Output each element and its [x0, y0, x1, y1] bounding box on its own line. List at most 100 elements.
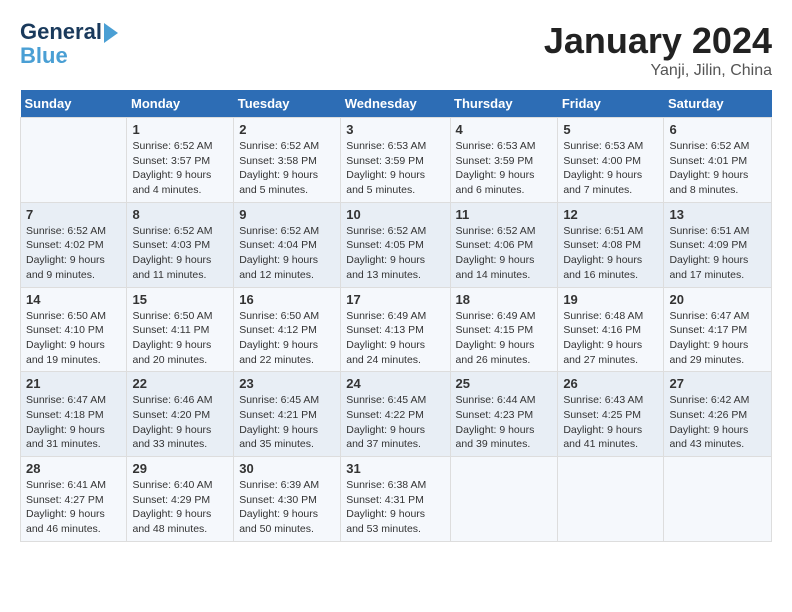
- calendar-cell: 12 Sunrise: 6:51 AMSunset: 4:08 PMDayligh…: [558, 202, 664, 287]
- calendar-cell: 23 Sunrise: 6:45 AMSunset: 4:21 PMDayligh…: [234, 372, 341, 457]
- calendar-cell: 6 Sunrise: 6:52 AMSunset: 4:01 PMDaylight…: [664, 118, 772, 203]
- day-detail: Sunrise: 6:49 AMSunset: 4:13 PMDaylight:…: [346, 309, 444, 368]
- calendar-cell: 4 Sunrise: 6:53 AMSunset: 3:59 PMDaylight…: [450, 118, 558, 203]
- calendar-cell: 7 Sunrise: 6:52 AMSunset: 4:02 PMDaylight…: [21, 202, 127, 287]
- calendar-cell: 15 Sunrise: 6:50 AMSunset: 4:11 PMDayligh…: [127, 287, 234, 372]
- day-number: 25: [456, 376, 553, 391]
- day-detail: Sunrise: 6:40 AMSunset: 4:29 PMDaylight:…: [132, 478, 228, 537]
- calendar-cell: 20 Sunrise: 6:47 AMSunset: 4:17 PMDayligh…: [664, 287, 772, 372]
- calendar-table: SundayMondayTuesdayWednesdayThursdayFrid…: [20, 90, 772, 542]
- calendar-cell: [21, 118, 127, 203]
- day-number: 13: [669, 207, 766, 222]
- day-number: 18: [456, 292, 553, 307]
- day-detail: Sunrise: 6:53 AMSunset: 3:59 PMDaylight:…: [456, 139, 553, 198]
- day-number: 29: [132, 461, 228, 476]
- day-detail: Sunrise: 6:50 AMSunset: 4:10 PMDaylight:…: [26, 309, 121, 368]
- calendar-cell: 19Sunrise: 6:48 AMSunset: 4:16 PMDayligh…: [558, 287, 664, 372]
- calendar-cell: 22Sunrise: 6:46 AMSunset: 4:20 PMDayligh…: [127, 372, 234, 457]
- day-detail: Sunrise: 6:45 AMSunset: 4:21 PMDaylight:…: [239, 393, 335, 452]
- header-day-thursday: Thursday: [450, 90, 558, 118]
- calendar-cell: 17 Sunrise: 6:49 AMSunset: 4:13 PMDayligh…: [341, 287, 450, 372]
- day-detail: Sunrise: 6:44 AMSunset: 4:23 PMDaylight:…: [456, 393, 553, 452]
- calendar-cell: 21 Sunrise: 6:47 AMSunset: 4:18 PMDayligh…: [21, 372, 127, 457]
- header-day-tuesday: Tuesday: [234, 90, 341, 118]
- day-number: 12: [563, 207, 658, 222]
- day-detail: Sunrise: 6:43 AMSunset: 4:25 PMDaylight:…: [563, 393, 658, 452]
- day-detail: Sunrise: 6:39 AMSunset: 4:30 PMDaylight:…: [239, 478, 335, 537]
- day-number: 31: [346, 461, 444, 476]
- day-detail: Sunrise: 6:51 AMSunset: 4:09 PMDaylight:…: [669, 224, 766, 283]
- calendar-cell: 25 Sunrise: 6:44 AMSunset: 4:23 PMDayligh…: [450, 372, 558, 457]
- header-day-wednesday: Wednesday: [341, 90, 450, 118]
- day-detail: Sunrise: 6:41 AMSunset: 4:27 PMDaylight:…: [26, 478, 121, 537]
- day-number: 5: [563, 122, 658, 137]
- calendar-cell: 3 Sunrise: 6:53 AMSunset: 3:59 PMDaylight…: [341, 118, 450, 203]
- header-day-saturday: Saturday: [664, 90, 772, 118]
- calendar-cell: 30 Sunrise: 6:39 AMSunset: 4:30 PMDayligh…: [234, 457, 341, 542]
- calendar-cell: 10 Sunrise: 6:52 AMSunset: 4:05 PMDayligh…: [341, 202, 450, 287]
- week-row-5: 28 Sunrise: 6:41 AMSunset: 4:27 PMDayligh…: [21, 457, 772, 542]
- day-detail: Sunrise: 6:53 AMSunset: 3:59 PMDaylight:…: [346, 139, 444, 198]
- day-number: 21: [26, 376, 121, 391]
- day-detail: Sunrise: 6:52 AMSunset: 4:04 PMDaylight:…: [239, 224, 335, 283]
- day-detail: Sunrise: 6:48 AMSunset: 4:16 PMDaylight:…: [563, 309, 658, 368]
- page-header: General Blue January 2024 Yanji, Jilin, …: [20, 20, 772, 80]
- day-detail: Sunrise: 6:52 AMSunset: 3:57 PMDaylight:…: [132, 139, 228, 198]
- day-number: 7: [26, 207, 121, 222]
- header-day-friday: Friday: [558, 90, 664, 118]
- day-detail: Sunrise: 6:45 AMSunset: 4:22 PMDaylight:…: [346, 393, 444, 452]
- calendar-cell: 24Sunrise: 6:45 AMSunset: 4:22 PMDayligh…: [341, 372, 450, 457]
- day-number: 22: [132, 376, 228, 391]
- calendar-cell: 18 Sunrise: 6:49 AMSunset: 4:15 PMDayligh…: [450, 287, 558, 372]
- day-detail: Sunrise: 6:50 AMSunset: 4:12 PMDaylight:…: [239, 309, 335, 368]
- day-detail: Sunrise: 6:42 AMSunset: 4:26 PMDaylight:…: [669, 393, 766, 452]
- day-detail: Sunrise: 6:38 AMSunset: 4:31 PMDaylight:…: [346, 478, 444, 537]
- day-detail: Sunrise: 6:51 AMSunset: 4:08 PMDaylight:…: [563, 224, 658, 283]
- day-number: 4: [456, 122, 553, 137]
- day-number: 30: [239, 461, 335, 476]
- week-row-1: 1 Sunrise: 6:52 AMSunset: 3:57 PMDaylight…: [21, 118, 772, 203]
- day-number: 23: [239, 376, 335, 391]
- logo-text-line2: Blue: [20, 44, 118, 68]
- calendar-cell: [450, 457, 558, 542]
- calendar-cell: 16Sunrise: 6:50 AMSunset: 4:12 PMDayligh…: [234, 287, 341, 372]
- day-number: 17: [346, 292, 444, 307]
- calendar-cell: 5Sunrise: 6:53 AMSunset: 4:00 PMDaylight…: [558, 118, 664, 203]
- calendar-cell: [664, 457, 772, 542]
- calendar-cell: 11 Sunrise: 6:52 AMSunset: 4:06 PMDayligh…: [450, 202, 558, 287]
- day-number: 11: [456, 207, 553, 222]
- day-number: 1: [132, 122, 228, 137]
- day-detail: Sunrise: 6:49 AMSunset: 4:15 PMDaylight:…: [456, 309, 553, 368]
- day-number: 14: [26, 292, 121, 307]
- week-row-2: 7 Sunrise: 6:52 AMSunset: 4:02 PMDaylight…: [21, 202, 772, 287]
- day-number: 27: [669, 376, 766, 391]
- day-number: 6: [669, 122, 766, 137]
- day-number: 3: [346, 122, 444, 137]
- calendar-cell: 13 Sunrise: 6:51 AMSunset: 4:09 PMDayligh…: [664, 202, 772, 287]
- day-number: 9: [239, 207, 335, 222]
- day-detail: Sunrise: 6:52 AMSunset: 4:06 PMDaylight:…: [456, 224, 553, 283]
- day-number: 8: [132, 207, 228, 222]
- header-day-sunday: Sunday: [21, 90, 127, 118]
- day-detail: Sunrise: 6:52 AMSunset: 4:02 PMDaylight:…: [26, 224, 121, 283]
- subtitle: Yanji, Jilin, China: [544, 62, 772, 80]
- day-number: 20: [669, 292, 766, 307]
- day-number: 10: [346, 207, 444, 222]
- calendar-cell: 31 Sunrise: 6:38 AMSunset: 4:31 PMDayligh…: [341, 457, 450, 542]
- day-detail: Sunrise: 6:50 AMSunset: 4:11 PMDaylight:…: [132, 309, 228, 368]
- calendar-cell: 14 Sunrise: 6:50 AMSunset: 4:10 PMDayligh…: [21, 287, 127, 372]
- day-detail: Sunrise: 6:47 AMSunset: 4:17 PMDaylight:…: [669, 309, 766, 368]
- day-detail: Sunrise: 6:52 AMSunset: 3:58 PMDaylight:…: [239, 139, 335, 198]
- title-block: January 2024 Yanji, Jilin, China: [544, 20, 772, 80]
- day-detail: Sunrise: 6:47 AMSunset: 4:18 PMDaylight:…: [26, 393, 121, 452]
- day-detail: Sunrise: 6:52 AMSunset: 4:05 PMDaylight:…: [346, 224, 444, 283]
- logo-text-line1: General: [20, 20, 102, 44]
- main-title: January 2024: [544, 20, 772, 62]
- day-number: 15: [132, 292, 228, 307]
- calendar-cell: 2Sunrise: 6:52 AMSunset: 3:58 PMDaylight…: [234, 118, 341, 203]
- day-number: 28: [26, 461, 121, 476]
- header-row: SundayMondayTuesdayWednesdayThursdayFrid…: [21, 90, 772, 118]
- day-detail: Sunrise: 6:52 AMSunset: 4:03 PMDaylight:…: [132, 224, 228, 283]
- day-detail: Sunrise: 6:52 AMSunset: 4:01 PMDaylight:…: [669, 139, 766, 198]
- calendar-cell: 1 Sunrise: 6:52 AMSunset: 3:57 PMDaylight…: [127, 118, 234, 203]
